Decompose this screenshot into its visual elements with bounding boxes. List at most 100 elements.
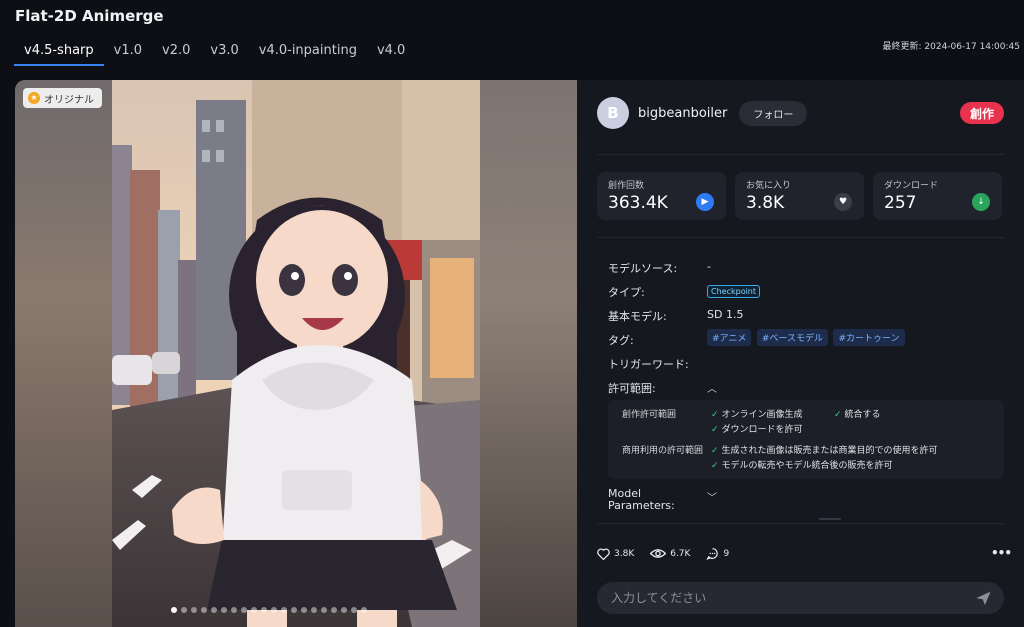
stat-label: ダウンロード <box>884 181 939 191</box>
chevron-up-icon[interactable]: ︿ <box>707 380 717 395</box>
checkpoint-badge: Checkpoint <box>707 285 761 298</box>
version-tabs: v4.5-sharp v1.0 v2.0 v3.0 v4.0-inpaintin… <box>14 40 415 66</box>
views-stat: 6.7K <box>650 548 690 559</box>
scroll-indicator[interactable] <box>819 518 841 520</box>
pagination-dot[interactable] <box>261 607 267 613</box>
pagination-dot[interactable] <box>291 607 297 613</box>
pagination-dot[interactable] <box>341 607 347 613</box>
tab-v1-0[interactable]: v1.0 <box>104 40 152 66</box>
tab-v4-5-sharp[interactable]: v4.5-sharp <box>14 40 104 66</box>
meta-trigger-label: トリガーワード: <box>608 358 689 371</box>
pagination-dot[interactable] <box>171 607 177 613</box>
permission-item: ✓ 統合する <box>834 410 881 420</box>
meta-base-label: 基本モデル: <box>608 310 667 323</box>
view-count: 6.7K <box>670 548 691 559</box>
pagination-dot[interactable] <box>271 607 277 613</box>
model-info-panel: B bigbeanboiler フォロー 創作 創作回数 363.4K ▶ お気… <box>577 80 1024 627</box>
pagination-dot[interactable] <box>311 607 317 613</box>
last-updated: 最終更新: 2024-06-17 14:00:45 <box>882 39 1020 52</box>
original-badge: ★ オリジナル <box>23 88 102 108</box>
meta-params-label-2: Parameters: <box>608 499 675 512</box>
permission-item: ✓ ダウンロードを許可 <box>711 425 803 435</box>
tab-v3-0[interactable]: v3.0 <box>200 40 248 66</box>
comment-count: 9 <box>723 548 730 559</box>
commercial-permission-label: 商用利用の許可範囲 <box>622 446 704 456</box>
pagination-dot[interactable] <box>331 607 337 613</box>
tab-v4-0-inpainting[interactable]: v4.0-inpainting <box>249 40 367 66</box>
permission-panel: 創作許可範囲 ✓ オンライン画像生成 ✓ 統合する ✓ ダウンロードを許可 商用利用の… <box>608 400 1004 479</box>
tab-v2-0[interactable]: v2.0 <box>152 40 200 66</box>
stat-label: お気に入り <box>746 181 792 191</box>
eye-icon <box>650 549 667 558</box>
follow-button[interactable]: フォロー <box>739 100 808 126</box>
heart-icon[interactable]: ♥ <box>834 193 852 211</box>
pagination-dot[interactable] <box>251 607 257 613</box>
heart-outline-icon <box>597 547 610 560</box>
comment-box <box>597 582 1004 614</box>
avatar[interactable]: B <box>597 97 629 129</box>
star-icon: ★ <box>28 92 40 104</box>
stat-label: 創作回数 <box>608 181 645 191</box>
stat-downloads: ダウンロード 257 ↓ <box>873 172 1002 220</box>
tag-chip[interactable]: #ベースモデル <box>756 329 828 346</box>
pagination-dot[interactable] <box>181 607 187 613</box>
pagination-dot[interactable] <box>351 607 357 613</box>
page-title: Flat-2D Animerge <box>15 7 164 25</box>
send-icon[interactable] <box>975 590 992 606</box>
check-icon: ✓ <box>711 410 719 420</box>
gallery-blur-right <box>480 80 577 627</box>
tag-chip[interactable]: #カートゥーン <box>833 329 905 346</box>
stat-creations: 創作回数 363.4K ▶ <box>597 172 726 220</box>
divider <box>597 237 1004 238</box>
meta-source-label: モデルソース: <box>608 262 678 275</box>
check-icon: ✓ <box>834 410 842 420</box>
check-icon: ✓ <box>711 461 719 471</box>
model-card: ★ オリジナル B bigbeanboiler フォロー 創作 創作回数 363… <box>15 80 1024 627</box>
divider <box>597 523 1004 524</box>
check-icon: ✓ <box>711 425 719 435</box>
gallery-pagination <box>171 607 367 613</box>
pagination-dot[interactable] <box>221 607 227 613</box>
create-permission-label: 創作許可範囲 <box>622 410 677 420</box>
action-bar: 3.8K 6.7K 9 <box>597 547 729 560</box>
comments-button[interactable]: 9 <box>706 547 729 560</box>
gallery-blur-left <box>15 80 112 627</box>
pagination-dot[interactable] <box>201 607 207 613</box>
divider <box>597 154 1004 155</box>
create-button[interactable]: 創作 <box>960 102 1004 124</box>
pagination-dot[interactable] <box>301 607 307 613</box>
last-updated-date: 2024-06-17 14:00:45 <box>924 42 1020 52</box>
pagination-dot[interactable] <box>281 607 287 613</box>
pagination-dot[interactable] <box>231 607 237 613</box>
chevron-down-icon[interactable]: ﹀ <box>707 493 717 505</box>
meta-type-label: タイプ: <box>608 286 645 299</box>
check-icon: ✓ <box>711 446 719 456</box>
stat-favorites: お気に入り 3.8K ♥ <box>735 172 864 220</box>
author-bar: B bigbeanboiler フォロー <box>597 97 808 129</box>
pagination-dot[interactable] <box>211 607 217 613</box>
more-options-icon[interactable]: ••• <box>991 546 1012 560</box>
meta-base-value: SD 1.5 <box>707 308 744 321</box>
original-badge-label: オリジナル <box>44 94 94 106</box>
sample-image[interactable] <box>112 80 480 627</box>
comment-input[interactable] <box>611 582 951 614</box>
pagination-dot[interactable] <box>361 607 367 613</box>
like-button[interactable]: 3.8K <box>597 547 635 560</box>
like-count: 3.8K <box>614 548 635 559</box>
pagination-dot[interactable] <box>191 607 197 613</box>
play-icon[interactable]: ▶ <box>696 193 714 211</box>
meta-tags-label: タグ: <box>608 334 634 347</box>
image-gallery[interactable]: ★ オリジナル <box>15 80 577 627</box>
permission-item: ✓ 生成された画像は販売または商業目的での使用を許可 <box>711 446 938 456</box>
tag-chip[interactable]: #アニメ <box>707 329 752 346</box>
meta-source-value: - <box>707 260 711 273</box>
download-icon[interactable]: ↓ <box>972 193 990 211</box>
author-name[interactable]: bigbeanboiler <box>638 106 727 121</box>
last-updated-label: 最終更新: <box>882 42 922 52</box>
permission-item: ✓ オンライン画像生成 <box>711 410 803 420</box>
pagination-dot[interactable] <box>321 607 327 613</box>
pagination-dot[interactable] <box>241 607 247 613</box>
comment-icon <box>706 548 719 560</box>
tab-v4-0[interactable]: v4.0 <box>367 40 415 66</box>
meta-permission-label: 許可範囲: <box>608 382 656 395</box>
